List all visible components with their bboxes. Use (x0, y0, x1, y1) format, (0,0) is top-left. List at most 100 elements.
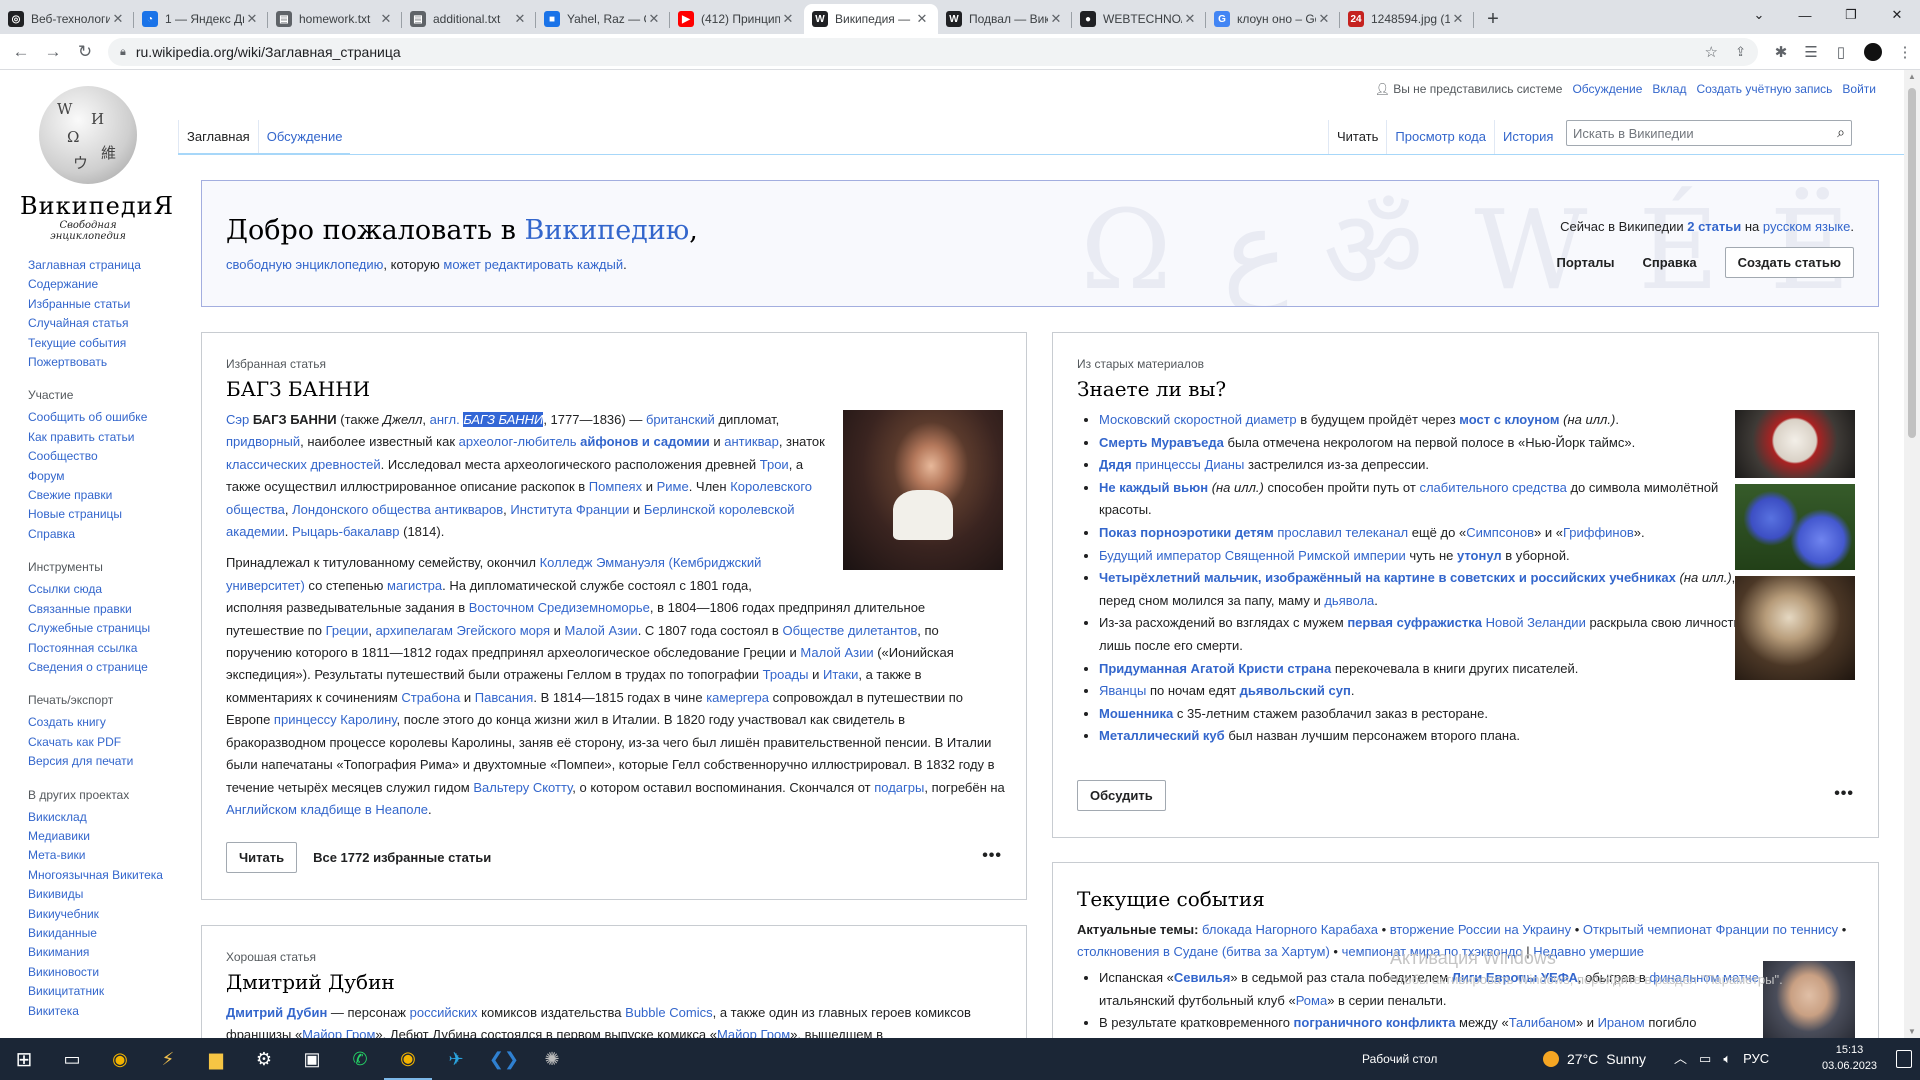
link[interactable]: Металлический куб (1099, 728, 1225, 743)
link[interactable]: Страбона (401, 690, 460, 705)
sidebar-item[interactable]: Викиданные (28, 924, 178, 943)
link[interactable]: Риме (657, 479, 689, 494)
steam-icon[interactable]: ⚙︎ (240, 1038, 288, 1080)
browser-tab[interactable]: ● WEBTECHNO/D✕ (1072, 4, 1206, 34)
browser-tab[interactable]: ◎ Веб-технологии✕ (0, 4, 134, 34)
chevron-up-icon[interactable]: ︿ (1674, 1038, 1687, 1080)
tab-history[interactable]: История (1493, 120, 1561, 154)
link[interactable]: камергера (706, 690, 769, 705)
tab-close-icon[interactable]: ✕ (1182, 11, 1198, 27)
tab-close-icon[interactable]: ✕ (512, 11, 528, 27)
link[interactable]: Bubble Comics (625, 1005, 712, 1020)
sidebar-item[interactable]: Содержание (28, 275, 178, 294)
tab-read[interactable]: Читать (1328, 120, 1387, 154)
browser-tab[interactable]: ■ Yahel, Raz — Go✕ (536, 4, 670, 34)
sidebar-item[interactable]: Сообщить об ошибке (28, 408, 178, 427)
more-options-icon[interactable]: ••• (982, 847, 1002, 865)
link[interactable]: Севилья (1174, 970, 1230, 985)
link[interactable]: Рыцарь-бакалавр (292, 524, 400, 539)
featured-portrait-image[interactable] (843, 410, 1003, 570)
sidebar-item[interactable]: Связанные правки (28, 600, 178, 619)
sidebar-item[interactable]: Новые страницы (28, 505, 178, 524)
sidebar-item[interactable]: Создать книгу (28, 713, 178, 732)
notifications-icon[interactable] (1896, 1050, 1912, 1068)
network-icon[interactable]: ▭ (1699, 1038, 1711, 1080)
link[interactable]: Троады (763, 667, 809, 682)
profile-avatar[interactable] (1864, 43, 1882, 61)
link[interactable]: Итаки (823, 667, 858, 682)
discuss-button[interactable]: Обсудить (1077, 780, 1166, 811)
browser-tab[interactable]: ▤ homework.txt ✕ (268, 4, 402, 34)
article-count-link[interactable]: 2 статьи (1687, 219, 1741, 234)
link[interactable]: Смерть Муравъеда (1099, 435, 1224, 450)
tab-viewsource-label[interactable]: Просмотр кода (1395, 129, 1486, 144)
address-bar[interactable]: 🔒︎ ru.wikipedia.org/wiki/Заглавная_стран… (108, 38, 1758, 66)
desktop-toolbar-label[interactable]: Рабочий стол (1362, 1038, 1437, 1080)
tab-title[interactable]: WEBTECHNO/D (1103, 12, 1182, 26)
link[interactable]: Симпсонов (1466, 525, 1534, 540)
welcome-wiki-link[interactable]: Википедию (524, 215, 689, 246)
tab-title[interactable]: Yahel, Raz — Go (567, 12, 646, 26)
chrome-active-icon[interactable]: ◉ (384, 1038, 432, 1080)
share-icon[interactable]: ⇪ (1735, 44, 1746, 60)
tab-talk-label[interactable]: Обсуждение (267, 129, 343, 144)
morning-glory-image[interactable] (1735, 484, 1855, 570)
tab-title[interactable]: клоун оно – Go (1237, 12, 1316, 26)
sidebar-item[interactable]: Сведения о странице (28, 658, 178, 677)
link[interactable]: магистра (387, 578, 442, 593)
link[interactable]: Мошенника (1099, 706, 1173, 721)
link[interactable]: Трои (760, 457, 789, 472)
link[interactable]: Майор Гром (717, 1027, 790, 1038)
link[interactable]: слабительного средства (1419, 480, 1566, 495)
link[interactable]: принцессы Дианы (1135, 457, 1244, 472)
thunder-app-icon[interactable]: ⚡︎ (144, 1038, 192, 1080)
browser-tab[interactable]: W Википедия — с ✕ (804, 4, 938, 34)
sidebar-item[interactable]: Викиновости (28, 963, 178, 982)
link[interactable]: Ираном (1598, 1015, 1645, 1030)
tab-title[interactable]: (412) Принципы (701, 12, 780, 26)
more-options-icon[interactable]: ••• (1834, 785, 1854, 803)
link[interactable]: пограничного конфликта (1294, 1015, 1456, 1030)
bookmark-star-icon[interactable]: ☆ (1705, 43, 1718, 61)
minimize-icon[interactable]: — (1782, 0, 1828, 30)
lock-icon[interactable]: 🔒︎ (120, 46, 126, 59)
browser-tab[interactable]: ◔ 1 — Яндекс Диск✕ (134, 4, 268, 34)
telegram-icon[interactable]: ✈︎ (432, 1038, 480, 1080)
link[interactable]: архипелагам Эгейского моря (376, 623, 550, 638)
painting-boy-image[interactable] (1735, 576, 1855, 680)
link[interactable]: придворный (226, 434, 300, 449)
link[interactable]: Гриффинов (1563, 525, 1634, 540)
speaker-icon[interactable]: 🔈︎ (1723, 1038, 1731, 1080)
tab-history-label[interactable]: История (1503, 129, 1553, 144)
tab-close-icon[interactable]: ✕ (110, 11, 126, 27)
task-view-icon[interactable]: ▭ (48, 1038, 96, 1080)
tab-talk[interactable]: Обсуждение (257, 120, 351, 153)
sidebar-item[interactable]: Избранные статьи (28, 295, 178, 314)
scroll-up-icon[interactable]: ▲ (1904, 72, 1920, 81)
wikipedia-logo[interactable]: WИ Ω維 ウ ВикипедиЯ Свободная энциклопедия (20, 86, 173, 242)
tab-title[interactable]: Википедия — с (835, 12, 914, 26)
sidebar-item[interactable]: Пожертвовать (28, 353, 178, 372)
tab-search-icon[interactable]: ⌄ (1736, 0, 1782, 30)
link[interactable]: столкновения в Судане (битва за Хартум) (1077, 944, 1330, 959)
start-icon[interactable]: ⊞ (0, 1038, 48, 1080)
russian-language-link[interactable]: русском языке (1763, 219, 1850, 234)
link[interactable]: Московский скоростной диаметр (1099, 412, 1297, 427)
link[interactable]: Павсания (475, 690, 534, 705)
app-icon[interactable]: ✺ (528, 1038, 576, 1080)
link[interactable]: подагры (874, 780, 924, 795)
link[interactable]: принцессу Каролину (274, 712, 397, 727)
sidebar-item[interactable]: Медиавики (28, 827, 178, 846)
portals-link[interactable]: Порталы (1556, 255, 1614, 270)
sidebar-item[interactable]: Викимания (28, 943, 178, 962)
chrome-icon[interactable]: ◉ (96, 1038, 144, 1080)
tab-title[interactable]: homework.txt (299, 12, 378, 26)
link[interactable]: антиквар (724, 434, 779, 449)
browser-tab[interactable]: 24 1248594.jpg (12 ✕ (1340, 4, 1474, 34)
whatsapp-icon[interactable]: ✆ (336, 1038, 384, 1080)
create-article-button[interactable]: Создать статью (1724, 247, 1854, 278)
link[interactable]: Придуманная Агатой Кристи страна (1099, 661, 1331, 676)
tab-title[interactable]: Веб-технологии (31, 12, 110, 26)
tab-close-icon[interactable]: ✕ (1450, 11, 1466, 27)
sidebar-item[interactable]: Форум (28, 467, 178, 486)
